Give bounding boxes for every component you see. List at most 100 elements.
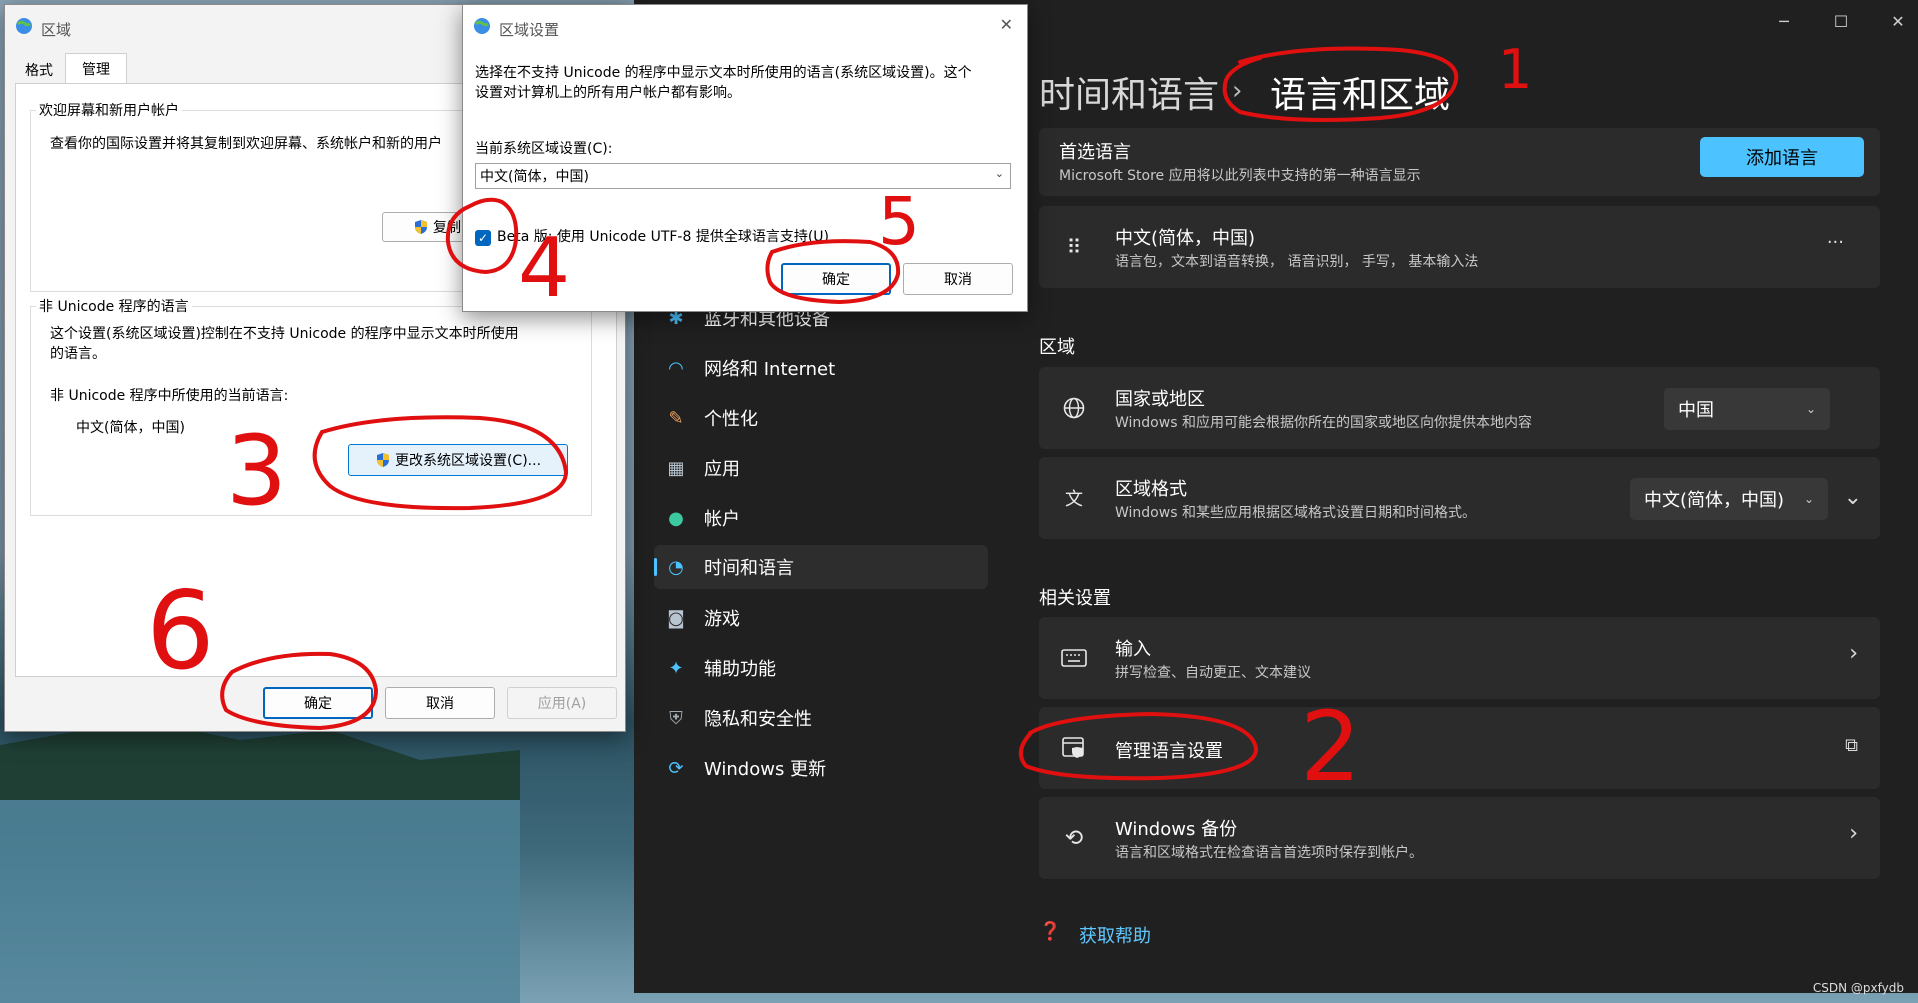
uac-shield-icon [376, 453, 389, 467]
beta-utf8-label: Beta 版: 使用 Unicode UTF-8 提供全球语言支持(U) [497, 229, 830, 245]
sidebar-item-label: 辅助功能 [704, 659, 776, 680]
sidebar-item-label: Windows 更新 [704, 759, 827, 780]
sidebar-item-time-language[interactable]: ◔ 时间和语言 [654, 545, 988, 589]
sidebar-item-gaming[interactable]: ◙ 游戏 [654, 596, 988, 640]
region-dialog-title: 区域 [41, 21, 72, 39]
sidebar-item-personalization[interactable]: ✎ 个性化 [654, 396, 988, 440]
ok-button[interactable]: 确定 [263, 687, 373, 719]
help-icon: ❓ [1039, 921, 1062, 942]
globe-icon [1059, 393, 1089, 423]
breadcrumb-separator: › [1232, 76, 1243, 106]
region-settings-dialog-title: 区域设置 [499, 21, 560, 39]
page-title: 语言和区域 [1270, 75, 1451, 116]
region-format-subtitle: Windows 和某些应用根据区域格式设置日期和时间格式。 [1115, 505, 1476, 521]
region-format-dropdown-value: 中文(简体，中国) [1644, 490, 1785, 511]
region-section-title: 区域 [1039, 337, 1075, 358]
tab-manage[interactable]: 管理 [65, 53, 127, 84]
windows-backup-title: Windows 备份 [1115, 819, 1238, 840]
globe-icon [474, 18, 490, 34]
manage-language-settings-card[interactable]: 管理语言设置 ⧉ [1039, 707, 1880, 789]
chevron-right-icon: › [1849, 641, 1858, 666]
current-language-label: 非 Unicode 程序中所使用的当前语言: [50, 388, 289, 404]
change-system-locale-button[interactable]: 更改系统区域设置(C)... [348, 444, 568, 476]
person-icon: ● [668, 507, 684, 529]
country-dropdown-value: 中国 [1678, 400, 1714, 421]
sidebar-item-label: 个性化 [704, 409, 758, 430]
sidebar-item-network[interactable]: ◠ 网络和 Internet [654, 346, 988, 390]
chevron-down-icon[interactable]: ⌄ [1844, 485, 1862, 510]
globe-icon [16, 18, 32, 34]
window-shield-icon [1059, 733, 1089, 763]
language-item-card[interactable]: ⠿ 中文(简体，中国) 语言包，文本到语音转换， 语音识别， 手写， 基本输入法… [1039, 206, 1880, 288]
uac-shield-icon [415, 220, 427, 234]
current-language-value: 中文(简体，中国) [76, 420, 185, 436]
windows-backup-subtitle: 语言和区域格式在检查语言首选项时保存到帐户。 [1115, 845, 1423, 861]
country-dropdown[interactable]: 中国 ⌄ [1664, 388, 1830, 430]
brush-icon: ✎ [668, 407, 684, 429]
welcome-group-label: 欢迎屏幕和新用户帐户 [36, 100, 182, 120]
close-icon[interactable]: ✕ [1000, 15, 1013, 34]
related-settings-title: 相关设置 [1039, 588, 1111, 609]
shield-icon: ⛨ [669, 707, 683, 729]
apps-icon: ▦ [667, 457, 685, 479]
preferred-language-title: 首选语言 [1059, 142, 1131, 163]
input-card[interactable]: 输入 拼写检查、自动更正、文本建议 › [1039, 617, 1880, 699]
system-locale-select[interactable]: 中文(简体，中国) ⌄ [475, 163, 1011, 189]
chevron-down-icon: ⌄ [1805, 402, 1816, 416]
region-format-title: 区域格式 [1115, 479, 1187, 500]
accessibility-icon: ✦ [668, 657, 684, 679]
maximize-button[interactable]: ☐ [1821, 6, 1861, 36]
watermark: CSDN @pxfydb [1812, 981, 1904, 995]
sidebar-item-label: 隐私和安全性 [704, 709, 812, 730]
clock-globe-icon: ◔ [668, 556, 684, 578]
sidebar-item-accessibility[interactable]: ✦ 辅助功能 [654, 646, 988, 690]
system-locale-value: 中文(简体，中国) [480, 169, 589, 185]
language-item-title: 中文(简体，中国) [1115, 228, 1256, 249]
sidebar-item-label: 游戏 [704, 609, 740, 630]
unicode-group-text: 这个设置(系统区域设置)控制在不支持 Unicode 的程序中显示文本时所使用 [50, 326, 519, 342]
tab-format[interactable]: 格式 [17, 57, 61, 83]
apply-button[interactable]: 应用(A) [507, 687, 617, 719]
breadcrumb-parent[interactable]: 时间和语言 [1039, 66, 1219, 118]
locale-ok-button[interactable]: 确定 [781, 263, 891, 295]
minimize-button[interactable]: ─ [1764, 6, 1804, 36]
current-locale-label: 当前系统区域设置(C): [475, 141, 613, 157]
keyboard-icon [1059, 643, 1089, 673]
beta-utf8-checkbox[interactable]: ✓ [475, 230, 491, 246]
region-format-dropdown[interactable]: 中文(简体，中国) ⌄ [1630, 478, 1828, 520]
chevron-down-icon: ⌄ [994, 167, 1004, 180]
chevron-down-icon: ⌄ [1803, 492, 1814, 506]
get-help-link[interactable]: 获取帮助 [1079, 922, 1151, 948]
sidebar-item-label: 网络和 Internet [704, 359, 836, 380]
region-settings-description: 选择在不支持 Unicode 的程序中显示文本时所使用的语言(系统区域设置)。这… [475, 65, 972, 81]
copy-settings-label: 复制 [433, 220, 461, 236]
chevron-right-icon: › [1849, 821, 1858, 846]
locale-cancel-button[interactable]: 取消 [903, 263, 1013, 295]
sidebar-item-label: 时间和语言 [704, 558, 794, 579]
manage-language-settings-title: 管理语言设置 [1115, 741, 1223, 762]
close-button[interactable]: ✕ [1878, 6, 1918, 36]
sidebar-item-accounts[interactable]: ● 帐户 [654, 496, 988, 540]
input-title: 输入 [1115, 639, 1151, 660]
windows-backup-card[interactable]: ⟲ Windows 备份 语言和区域格式在检查语言首选项时保存到帐户。 › [1039, 797, 1880, 879]
more-options-icon[interactable]: ··· [1827, 232, 1844, 253]
welcome-group-text: 查看你的国际设置并将其复制到欢迎屏幕、系统帐户和新的用户 [50, 136, 442, 152]
region-settings-dialog: 区域设置 ✕ 选择在不支持 Unicode 的程序中显示文本时所使用的语言(系统… [462, 4, 1028, 312]
drag-handle-icon[interactable]: ⠿ [1059, 232, 1089, 262]
sidebar-item-label: 应用 [704, 459, 740, 480]
backup-icon: ⟲ [1064, 825, 1084, 851]
input-subtitle: 拼写检查、自动更正、文本建议 [1115, 665, 1311, 681]
unicode-group-label: 非 Unicode 程序的语言 [36, 296, 192, 316]
country-title: 国家或地区 [1115, 389, 1205, 410]
sidebar-item-apps[interactable]: ▦ 应用 [654, 446, 988, 490]
change-system-locale-label: 更改系统区域设置(C)... [394, 453, 542, 469]
sidebar-item-privacy[interactable]: ⛨ 隐私和安全性 [654, 696, 988, 740]
gamepad-icon: ◙ [667, 607, 685, 629]
language-format-icon: 文 [1065, 489, 1083, 510]
country-subtitle: Windows 和应用可能会根据你所在的国家或地区向你提供本地内容 [1115, 415, 1532, 431]
sidebar-item-label: 帐户 [704, 509, 740, 530]
language-item-subtitle: 语言包，文本到语音转换， 语音识别， 手写， 基本输入法 [1115, 254, 1479, 270]
cancel-button[interactable]: 取消 [385, 687, 495, 719]
sidebar-item-windows-update[interactable]: ⟳ Windows 更新 [654, 746, 988, 790]
add-language-button[interactable]: 添加语言 [1700, 137, 1864, 177]
